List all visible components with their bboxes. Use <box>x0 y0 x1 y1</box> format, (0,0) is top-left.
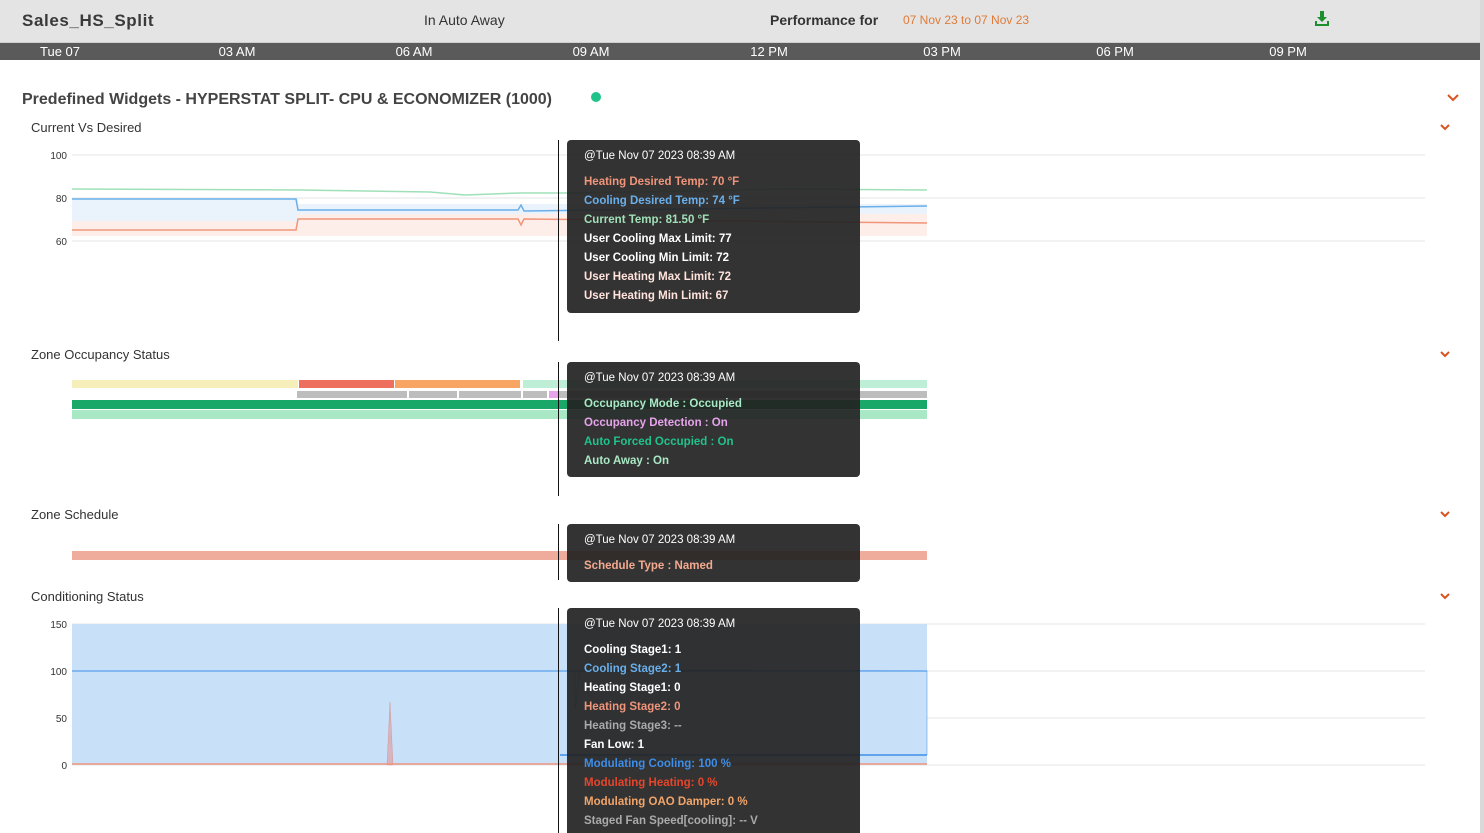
tooltip-line: Schedule Type : Named <box>584 557 860 576</box>
detection-segment <box>459 391 521 398</box>
time-label: Tue 07 <box>40 44 80 59</box>
tooltip-conditioning-status: @Tue Nov 07 2023 08:39 AM Cooling Stage1… <box>567 608 860 833</box>
tooltip-line: Heating Desired Temp: 70 °F <box>584 173 860 192</box>
time-label: 03 PM <box>923 44 961 59</box>
download-icon[interactable] <box>1313 10 1331 28</box>
time-label: 12 PM <box>750 44 788 59</box>
collapse-all-chevron-icon[interactable] <box>1447 93 1459 103</box>
heating-limit-band <box>72 221 298 236</box>
hover-cursor-line <box>558 608 559 833</box>
y-tick-label: 50 <box>56 714 68 725</box>
hover-cursor-line <box>558 362 559 496</box>
tooltip-zone-schedule: @Tue Nov 07 2023 08:39 AM Schedule Type … <box>567 524 860 582</box>
tooltip-line: Fan Low: 1 <box>584 736 860 755</box>
tooltip-timestamp: @Tue Nov 07 2023 08:39 AM <box>584 372 860 384</box>
tooltip-line: Occupancy Mode : Occupied <box>584 395 860 414</box>
chevron-down-icon[interactable] <box>1439 123 1451 133</box>
section-title-zone-schedule: Zone Schedule <box>31 507 118 522</box>
page-title: Predefined Widgets - HYPERSTAT SPLIT- CP… <box>22 91 552 109</box>
section-title-current-vs-desired: Current Vs Desired <box>31 120 142 135</box>
occupancy-segment <box>299 380 394 388</box>
zone-name: Sales_HS_Split <box>22 11 154 31</box>
time-axis-bar: Tue 07 03 AM 06 AM 09 AM 12 PM 03 PM 06 … <box>0 43 1480 60</box>
hover-cursor-line <box>558 524 559 580</box>
tooltip-line: Staged Fan Speed[cooling]: -- V <box>584 812 860 831</box>
mode-status: In Auto Away <box>424 12 505 28</box>
y-tick-label: 150 <box>50 620 67 631</box>
tooltip-line: Auto Away : On <box>584 452 860 471</box>
tooltip-line: Cooling Desired Temp: 74 °F <box>584 192 860 211</box>
tooltip-line: User Cooling Min Limit: 72 <box>584 249 860 268</box>
time-label: 09 AM <box>573 44 610 59</box>
time-label: 06 PM <box>1096 44 1134 59</box>
detection-segment <box>297 391 407 398</box>
tooltip-line: Occupancy Detection : On <box>584 414 860 433</box>
tooltip-timestamp: @Tue Nov 07 2023 08:39 AM <box>584 534 860 546</box>
tooltip-timestamp: @Tue Nov 07 2023 08:39 AM <box>584 618 860 630</box>
chevron-down-icon[interactable] <box>1439 510 1451 520</box>
tooltip-line: Heating Stage3: -- <box>584 717 860 736</box>
y-tick-label: 60 <box>56 237 68 248</box>
tooltip-line: Auto Forced Occupied : On <box>584 433 860 452</box>
section-title-zone-occupancy: Zone Occupancy Status <box>31 347 170 362</box>
tooltip-timestamp: @Tue Nov 07 2023 08:39 AM <box>584 150 860 162</box>
tooltip-line: User Heating Max Limit: 72 <box>584 268 860 287</box>
tooltip-line: Current Temp: 81.50 °F <box>584 211 860 230</box>
tooltip-line: Modulating Heating: 0 % <box>584 774 860 793</box>
detection-segment <box>523 391 547 398</box>
tooltip-line: Heating Stage2: 0 <box>584 698 860 717</box>
tooltip-line: Cooling Stage1: 1 <box>584 641 860 660</box>
time-label: 03 AM <box>219 44 256 59</box>
chevron-down-icon[interactable] <box>1439 350 1451 360</box>
y-tick-label: 100 <box>50 151 67 162</box>
tooltip-zone-occupancy: @Tue Nov 07 2023 08:39 AM Occupancy Mode… <box>567 362 860 477</box>
occupancy-segment <box>72 380 298 388</box>
y-tick-label: 80 <box>56 194 68 205</box>
detection-segment <box>549 391 557 398</box>
tooltip-line: Modulating OAO Damper: 0 % <box>584 793 860 812</box>
detection-segment <box>409 391 457 398</box>
y-tick-label: 100 <box>50 667 67 678</box>
tooltip-line: User Heating Min Limit: 67 <box>584 287 860 306</box>
y-tick-label: 0 <box>61 761 67 772</box>
status-indicator-dot <box>591 92 601 102</box>
tooltip-line: Modulating Cooling: 100 % <box>584 755 860 774</box>
time-label: 09 PM <box>1269 44 1307 59</box>
vertical-scrollbar[interactable] <box>1480 0 1484 833</box>
cooling-limit-band <box>72 198 298 221</box>
performance-label: Performance for <box>770 12 878 28</box>
tooltip-line: Cooling Stage2: 1 <box>584 660 860 679</box>
tooltip-current-vs-desired: @Tue Nov 07 2023 08:39 AM Heating Desire… <box>567 140 860 313</box>
tooltip-line: User Cooling Max Limit: 77 <box>584 230 860 249</box>
tooltip-line: Heating Stage1: 0 <box>584 679 860 698</box>
performance-date-range[interactable]: 07 Nov 23 to 07 Nov 23 <box>903 13 1029 27</box>
hover-cursor-line <box>558 140 559 341</box>
time-label: 06 AM <box>396 44 433 59</box>
occupancy-segment <box>395 380 520 388</box>
section-title-conditioning-status: Conditioning Status <box>31 589 144 604</box>
top-header-bar: Sales_HS_Split In Auto Away Performance … <box>0 0 1484 43</box>
chevron-down-icon[interactable] <box>1439 592 1451 602</box>
